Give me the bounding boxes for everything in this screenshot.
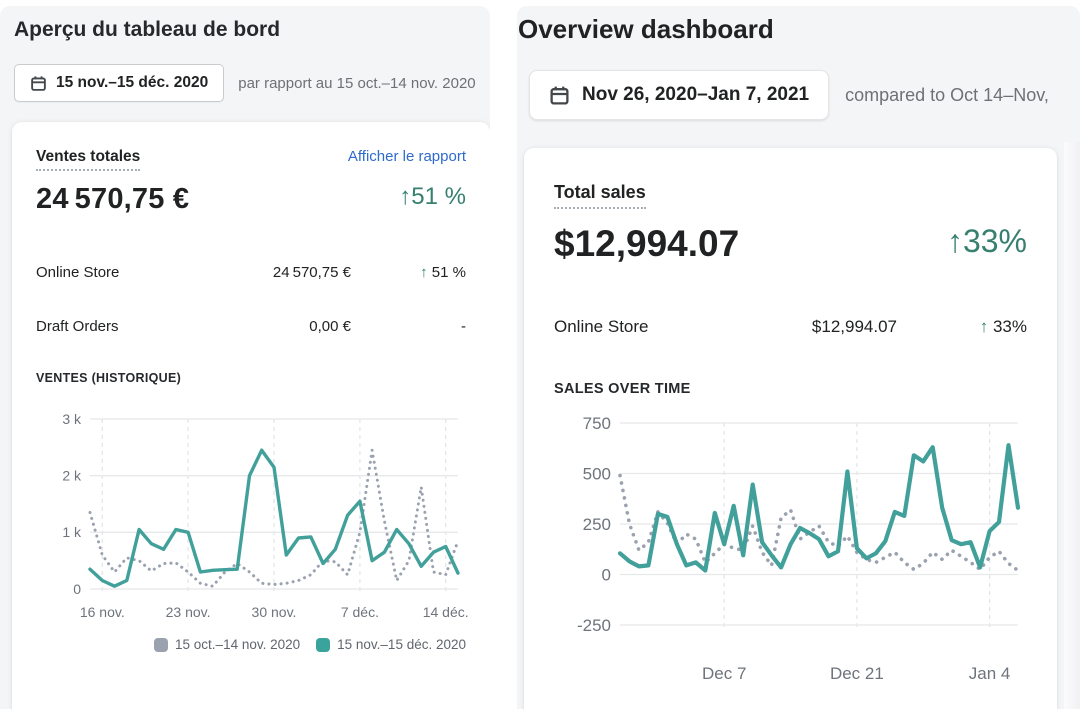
svg-text:Dec 7: Dec 7 (702, 664, 746, 683)
view-report-link[interactable]: Afficher le rapport (348, 148, 466, 165)
legend-swatch-previous (154, 638, 168, 652)
svg-text:500: 500 (583, 465, 611, 484)
channel-label: Online Store (36, 264, 201, 281)
legend-label-previous: 15 oct.–14 nov. 2020 (175, 637, 300, 652)
date-filter-row: 15 nov.–15 déc. 2020 par rapport au 15 o… (14, 64, 476, 102)
metric-label[interactable]: Total sales (554, 182, 646, 209)
channel-delta: 51 % (432, 264, 466, 281)
calendar-icon (549, 85, 570, 106)
date-range-label: 15 nov.–15 déc. 2020 (56, 74, 208, 92)
channel-row-online-store: Online Store 24 570,75 € ↑ 51 % (36, 264, 466, 281)
date-range-button[interactable]: 15 nov.–15 déc. 2020 (14, 64, 224, 102)
total-sales-card: Total sales $12,994.07 ↑33% Online Store… (524, 148, 1057, 709)
svg-text:16 nov.: 16 nov. (80, 604, 125, 620)
calendar-icon (30, 75, 47, 92)
chart-heading: SALES OVER TIME (554, 381, 1027, 397)
date-filter-row: Nov 26, 2020–Jan 7, 2021 compared to Oct… (529, 70, 1080, 120)
svg-text:750: 750 (583, 414, 611, 433)
svg-text:Dec 21: Dec 21 (830, 664, 884, 683)
delta-up-arrow: ↑ (980, 317, 993, 336)
svg-text:Jan 4: Jan 4 (969, 664, 1011, 683)
channel-value: 24 570,75 € (201, 264, 351, 281)
chart-legend: 15 oct.–14 nov. 2020 15 nov.–15 déc. 202… (36, 637, 466, 652)
svg-text:250: 250 (583, 515, 611, 534)
svg-text:14 déc.: 14 déc. (423, 604, 469, 620)
dashboard-panel-english: Overview dashboard Nov 26, 2020–Jan 7, 2… (517, 6, 1080, 709)
sales-history-chart: 16 nov. 23 nov. 30 nov. 7 déc. 14 déc. 3 k 2 k… (36, 409, 472, 623)
date-range-button[interactable]: Nov 26, 2020–Jan 7, 2021 (529, 70, 829, 120)
svg-text:3 k: 3 k (62, 411, 82, 427)
svg-text:23 nov.: 23 nov. (166, 604, 211, 620)
comparison-period-text: par rapport au 15 oct.–14 nov. 2020 (238, 75, 475, 92)
channel-delta: - (461, 318, 466, 335)
page-title: Overview dashboard (518, 14, 774, 45)
delta-up-arrow: ↑ (420, 264, 432, 281)
channel-value: 0,00 € (201, 318, 351, 335)
svg-text:-250: -250 (577, 616, 611, 635)
metric-label[interactable]: Ventes totales (36, 148, 140, 171)
dashboard-panel-french: Aperçu du tableau de bord 15 nov.–15 déc… (0, 6, 490, 709)
channel-row-draft-orders: Draft Orders 0,00 € - (36, 318, 466, 335)
channel-row-online-store: Online Store $12,994.07 ↑ 33% (554, 317, 1027, 337)
channel-value: $12,994.07 (737, 317, 897, 337)
chart-heading: VENTES (HISTORIQUE) (36, 371, 466, 385)
svg-text:0: 0 (602, 565, 611, 584)
svg-text:7 déc.: 7 déc. (341, 604, 379, 620)
total-sales-value: 24 570,75 € (36, 183, 189, 216)
page-title: Aperçu du tableau de bord (14, 18, 280, 42)
date-range-label: Nov 26, 2020–Jan 7, 2021 (582, 84, 809, 106)
svg-text:1 k: 1 k (62, 524, 82, 540)
screenshot-canvas: Aperçu du tableau de bord 15 nov.–15 déc… (0, 0, 1080, 709)
svg-text:30 nov.: 30 nov. (252, 604, 297, 620)
channel-label: Online Store (554, 317, 737, 337)
total-sales-card: Ventes totales Afficher le rapport 24 57… (12, 122, 490, 709)
channel-label: Draft Orders (36, 318, 201, 335)
channel-delta: 33% (993, 317, 1027, 336)
comparison-period-text: compared to Oct 14–Nov, (845, 85, 1049, 106)
svg-text:0: 0 (73, 581, 81, 597)
legend-swatch-current (316, 638, 330, 652)
total-sales-delta: ↑51 % (399, 183, 466, 211)
total-sales-value: $12,994.07 (554, 223, 739, 265)
legend-item-current-period: 15 nov.–15 déc. 2020 (316, 637, 466, 652)
total-sales-delta: ↑33% (947, 223, 1027, 260)
legend-item-previous-period: 15 oct.–14 nov. 2020 (154, 637, 300, 652)
scrollbar-track[interactable] (1064, 142, 1080, 709)
sales-over-time-chart: Dec 7 Dec 21 Jan 4 750 500 250 0 -250 (554, 407, 1050, 685)
svg-text:2 k: 2 k (62, 468, 82, 484)
legend-label-current: 15 nov.–15 déc. 2020 (337, 637, 466, 652)
